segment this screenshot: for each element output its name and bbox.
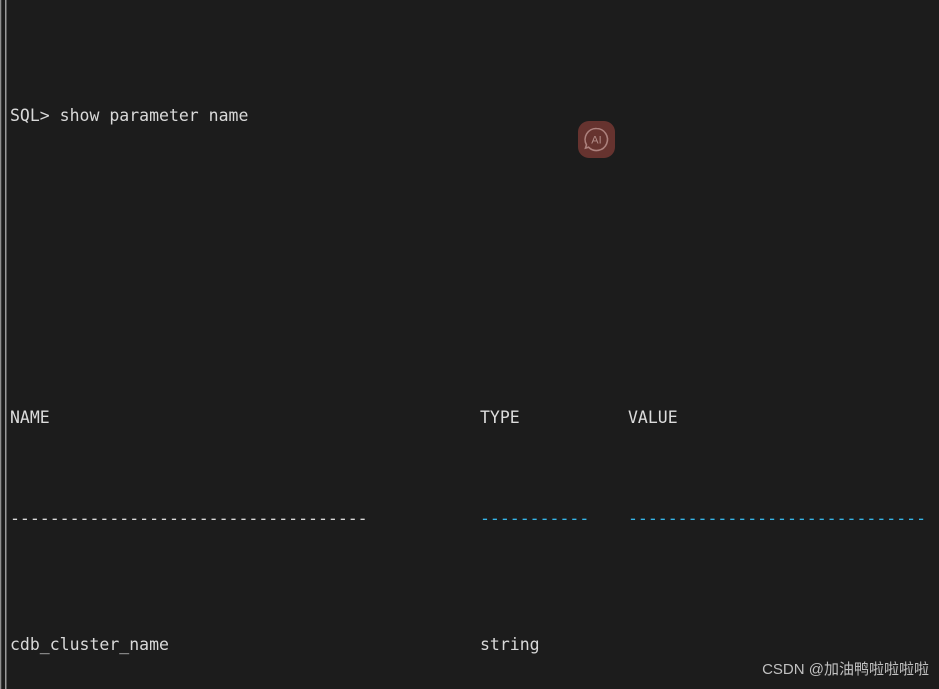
column-header-value: VALUE bbox=[628, 408, 678, 428]
command-line-show-parameter: SQL> show parameter name bbox=[10, 103, 939, 128]
ai-badge-icon: AI bbox=[578, 121, 615, 158]
separator-name: ------------------------------------ bbox=[10, 509, 368, 528]
table-row: cdb_cluster_name string bbox=[10, 632, 939, 657]
csdn-watermark: CSDN @加油鸭啦啦啦啦 bbox=[762, 660, 929, 678]
terminal-window: SQL> show parameter name NAME TYPE VALUE -… bbox=[0, 0, 939, 689]
terminal-output[interactable]: SQL> show parameter name NAME TYPE VALUE -… bbox=[10, 2, 939, 689]
column-header-type: TYPE bbox=[480, 408, 520, 428]
cell-parameter-name: cdb_cluster_name bbox=[10, 635, 169, 654]
separator-type: ----------- bbox=[480, 509, 590, 528]
column-header-name: NAME bbox=[10, 408, 50, 428]
prompt-label: SQL> bbox=[10, 105, 60, 125]
scrollbar-track-shadow bbox=[6, 0, 7, 689]
command-text: show parameter name bbox=[59, 105, 249, 125]
table-separator-row: ------------------------------------ ----… bbox=[10, 506, 939, 531]
cell-parameter-type: string bbox=[480, 635, 540, 654]
svg-text:AI: AI bbox=[591, 135, 601, 147]
window-border-inner bbox=[1, 0, 2, 689]
table-header-row: NAME TYPE VALUE bbox=[10, 405, 939, 430]
separator-value: ------------------------------ bbox=[628, 509, 927, 528]
